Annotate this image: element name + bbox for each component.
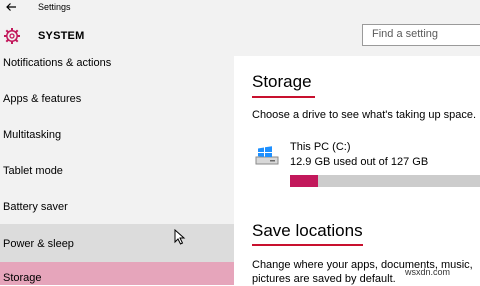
sidebar-item-apps[interactable]: Apps & features (0, 92, 234, 128)
sidebar-item-label: Notifications & actions (3, 57, 112, 69)
sidebar-item-label: Tablet mode (3, 165, 63, 177)
mouse-cursor-icon (174, 228, 186, 245)
heading-underline (252, 96, 315, 98)
search-placeholder: Find a setting (372, 28, 439, 40)
search-input[interactable]: Find a setting (362, 24, 480, 46)
sidebar-item-power-sleep[interactable]: Power & sleep (0, 224, 234, 262)
sidebar-item-label: Multitasking (3, 129, 62, 141)
heading-underline (252, 244, 363, 246)
sidebar-item-label: Apps & features (3, 93, 82, 105)
sidebar-item-label: Storage (3, 272, 42, 284)
sidebar-item-notifications[interactable]: Notifications & actions (0, 56, 234, 92)
app-title: Settings (38, 2, 71, 12)
drive-name[interactable]: This PC (C:) (290, 141, 351, 153)
watermark: wsxdn.com (405, 267, 451, 277)
drive-usage-bar (290, 175, 480, 187)
sidebar-item-multitasking[interactable]: Multitasking (0, 128, 234, 164)
windows-drive-icon[interactable] (255, 146, 279, 166)
gear-icon (3, 27, 21, 45)
storage-heading: Storage (252, 72, 312, 91)
page-header: SYSTEM Find a setting (0, 18, 480, 56)
save-locations-heading: Save locations (252, 221, 363, 240)
sidebar-item-label: Battery saver (3, 201, 68, 213)
back-arrow-icon[interactable] (5, 1, 19, 15)
sidebar-item-storage[interactable]: Storage (0, 262, 234, 285)
sidebar-item-label: Power & sleep (3, 238, 74, 250)
sidebar-item-tablet-mode[interactable]: Tablet mode (0, 164, 234, 200)
sidebar: Notifications & actions Apps & features … (0, 56, 234, 285)
drive-usage-text: 12.9 GB used out of 127 GB (290, 156, 429, 168)
drive-usage-bar-fill (290, 175, 318, 187)
title-bar: Settings (0, 0, 480, 18)
storage-description: Choose a drive to see what's taking up s… (252, 109, 477, 121)
section-title: SYSTEM (38, 30, 85, 42)
